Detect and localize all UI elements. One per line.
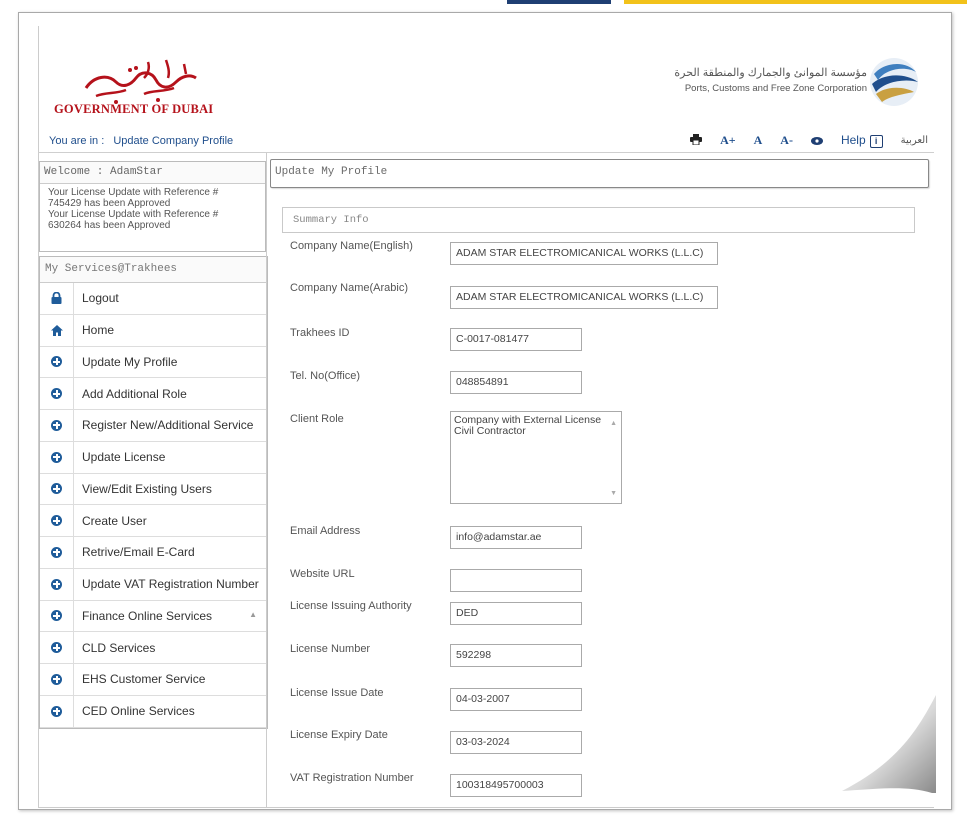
help-link[interactable]: Help i	[840, 133, 883, 148]
email-label: Email Address	[290, 525, 361, 537]
corporation-name-arabic: مؤسسة الموانئ والجمارك والمنطقة الحرة	[674, 67, 867, 79]
welcome-panel: Welcome : AdamStar Your License Update w…	[39, 161, 266, 252]
services-menu: My Services@Trakhees Logout Home Update …	[39, 256, 268, 729]
company-name-en-label: Company Name(English)	[290, 240, 413, 252]
sidebar-item-ced-online[interactable]: CED Online Services	[40, 695, 267, 728]
accessibility-toolbar: A+ A A- Help i العربية	[672, 133, 928, 148]
sidebar-item-cld-services[interactable]: CLD Services	[40, 632, 267, 664]
scroll-down-icon[interactable]: ▼	[610, 488, 617, 499]
top-accent-bar-gold	[624, 0, 967, 4]
plus-circle-icon	[51, 705, 62, 717]
breadcrumb-current[interactable]: Update Company Profile	[113, 135, 233, 147]
website-field[interactable]	[450, 569, 582, 592]
sidebar-item-create-user[interactable]: Create User	[40, 505, 267, 537]
font-increase-button[interactable]: A+	[720, 133, 736, 148]
tel-office-field[interactable]: 048854891	[450, 371, 582, 394]
website-label: Website URL	[290, 568, 355, 580]
info-icon: i	[869, 134, 883, 148]
plus-circle-icon	[51, 515, 62, 527]
company-name-ar-label: Company Name(Arabic)	[290, 282, 408, 294]
help-label: Help	[840, 133, 866, 148]
home-icon	[40, 314, 74, 346]
pcfc-logo	[870, 58, 918, 106]
plus-circle-icon	[51, 642, 62, 654]
section-summary-info: Summary Info	[282, 207, 915, 233]
plus-circle-icon	[51, 673, 62, 685]
sidebar-item-home[interactable]: Home	[40, 314, 267, 347]
plus-circle-icon	[51, 483, 62, 495]
license-issue-date-label: License Issue Date	[290, 687, 384, 699]
sidebar-item-update-vat[interactable]: Update VAT Registration Number	[40, 568, 267, 601]
vat-number-field[interactable]: 100318495700003	[450, 774, 582, 797]
top-accent-bar-navy	[507, 0, 611, 4]
plus-circle-icon	[51, 578, 62, 590]
breadcrumb-prefix: You are in :	[49, 135, 105, 147]
services-title: My Services@Trakhees	[40, 257, 267, 283]
page-frame: GOVERNMENT OF DUBAI مؤسسة الموانئ والجما…	[18, 12, 952, 810]
sidebar-item-update-my-profile[interactable]: Update My Profile	[40, 346, 267, 379]
company-name-ar-field[interactable]: ADAM STAR ELECTROMICANICAL WORKS (L.L.C)	[450, 286, 718, 309]
scroll-up-icon[interactable]: ▲	[610, 418, 617, 429]
tel-office-label: Tel. No(Office)	[290, 370, 361, 382]
sidebar-item-retrieve-ecard[interactable]: Retrive/Email E-Card	[40, 537, 267, 569]
plus-circle-icon	[51, 451, 62, 463]
page-title: Update My Profile	[270, 159, 929, 188]
eye-icon[interactable]	[810, 134, 823, 148]
plus-circle-icon	[51, 388, 62, 400]
plus-circle-icon	[51, 356, 62, 368]
license-expiry-date-label: License Expiry Date	[290, 729, 388, 741]
caret-up-icon: ▲	[249, 609, 257, 619]
welcome-title: Welcome : AdamStar	[40, 162, 265, 184]
arabic-language-link[interactable]: العربية	[901, 135, 928, 146]
license-authority-field[interactable]: DED	[450, 602, 582, 625]
sidebar-item-logout[interactable]: Logout	[40, 283, 267, 315]
sidebar-item-register-service[interactable]: Register New/Additional Service	[40, 410, 267, 442]
print-icon[interactable]	[690, 133, 703, 148]
client-role-option[interactable]: Civil Contractor	[454, 426, 618, 437]
license-issue-date-field[interactable]: 04-03-2007	[450, 688, 582, 711]
sidebar-item-ehs-customer-service[interactable]: EHS Customer Service	[40, 664, 267, 696]
font-decrease-button[interactable]: A-	[780, 133, 793, 148]
government-name: GOVERNMENT OF DUBAI	[54, 102, 214, 116]
font-normal-button[interactable]: A	[754, 133, 763, 148]
client-role-listbox[interactable]: Company with External License Civil Cont…	[450, 411, 622, 504]
license-number-label: License Number	[290, 643, 371, 655]
vat-number-label: VAT Registration Number	[290, 772, 414, 784]
license-expiry-date-field[interactable]: 03-03-2024	[450, 731, 582, 754]
sidebar-item-update-license[interactable]: Update License	[40, 441, 267, 474]
company-name-en-field[interactable]: ADAM STAR ELECTROMICANICAL WORKS (L.L.C)	[450, 242, 718, 265]
sidebar-item-view-edit-users[interactable]: View/Edit Existing Users	[40, 473, 267, 506]
trakhees-id-field[interactable]: C-0017-081477	[450, 328, 582, 351]
lock-icon	[40, 283, 74, 314]
trakhees-id-label: Trakhees ID	[290, 327, 350, 339]
corporation-name-english: Ports, Customs and Free Zone Corporation	[684, 83, 867, 94]
sidebar-item-add-additional-role[interactable]: Add Additional Role	[40, 378, 267, 410]
page-content: GOVERNMENT OF DUBAI مؤسسة الموانئ والجما…	[38, 26, 934, 808]
plus-circle-icon	[51, 610, 62, 622]
license-number-field[interactable]: 592298	[450, 644, 582, 667]
license-authority-label: License Issuing Authority	[290, 600, 412, 612]
plus-circle-icon	[51, 546, 62, 558]
client-role-label: Client Role	[290, 413, 344, 425]
notification-messages: Your License Update with Reference # 745…	[48, 187, 219, 231]
breadcrumb: You are in : Update Company Profile	[49, 135, 239, 147]
plus-circle-icon	[51, 419, 62, 431]
email-field[interactable]: info@adamstar.ae	[450, 526, 582, 549]
sidebar-item-finance-online[interactable]: Finance Online Services ▲	[40, 600, 267, 633]
